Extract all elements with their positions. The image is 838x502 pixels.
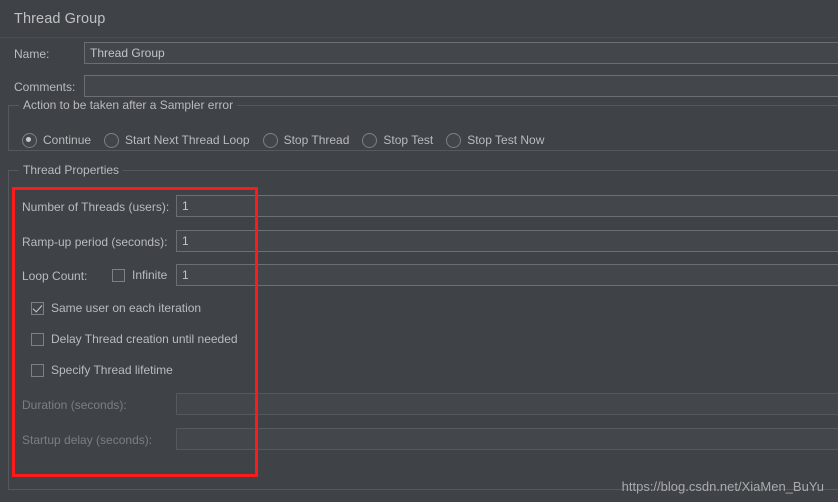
comments-label: Comments: xyxy=(14,80,76,94)
checkbox-icon xyxy=(31,301,44,315)
ramp-up-period-input[interactable]: 1 xyxy=(176,230,838,252)
infinite-label: Infinite xyxy=(132,268,168,282)
radio-stop-test-label: Stop Test xyxy=(383,133,434,147)
same-user-on-each-iteration-checkbox[interactable]: Same user on each iteration xyxy=(31,301,201,315)
name-input[interactable]: Thread Group xyxy=(84,42,838,64)
radio-continue-label: Continue xyxy=(43,133,92,147)
startup-delay-input[interactable] xyxy=(176,428,838,450)
radio-icon xyxy=(446,132,462,148)
radio-stop-thread-label: Stop Thread xyxy=(283,133,350,147)
loop-count-input[interactable]: 1 xyxy=(176,264,838,286)
specify-thread-lifetime-checkbox[interactable]: Specify Thread lifetime xyxy=(31,363,173,377)
radio-start-next-thread-loop-label: Start Next Thread Loop xyxy=(125,133,250,147)
page-title: Thread Group xyxy=(14,11,106,27)
specify-thread-lifetime-label: Specify Thread lifetime xyxy=(51,363,173,377)
radio-icon xyxy=(104,132,120,148)
checkbox-icon xyxy=(31,363,44,377)
startup-delay-label: Startup delay (seconds): xyxy=(22,433,153,447)
thread-group-panel: Thread Group Name: Thread Group Comments… xyxy=(0,0,838,502)
thread-properties-group-title: Thread Properties xyxy=(19,163,124,177)
loop-count-label: Loop Count: xyxy=(22,269,88,283)
panel-title-bar: Thread Group xyxy=(0,0,838,38)
delay-thread-creation-checkbox[interactable]: Delay Thread creation until needed xyxy=(31,332,238,346)
radio-stop-thread[interactable]: Stop Thread xyxy=(262,132,350,148)
ramp-up-period-label: Ramp-up period (seconds): xyxy=(22,235,168,249)
watermark-text: https://blog.csdn.net/XiaMen_BuYu xyxy=(621,479,824,494)
radio-icon xyxy=(22,132,37,148)
radio-stop-test[interactable]: Stop Test xyxy=(362,132,434,148)
number-of-threads-label: Number of Threads (users): xyxy=(22,200,170,214)
delay-thread-creation-label: Delay Thread creation until needed xyxy=(51,332,238,346)
radio-stop-test-now[interactable]: Stop Test Now xyxy=(446,132,545,148)
sampler-error-group-title: Action to be taken after a Sampler error xyxy=(19,98,238,112)
radio-start-next-thread-loop[interactable]: Start Next Thread Loop xyxy=(104,132,250,148)
name-label: Name: xyxy=(14,47,50,61)
radio-continue[interactable]: Continue xyxy=(22,132,92,148)
sampler-error-radio-group: Continue Start Next Thread Loop Stop Thr… xyxy=(22,131,557,149)
infinite-checkbox[interactable]: Infinite xyxy=(112,268,167,282)
checkbox-icon xyxy=(112,268,125,282)
same-user-on-each-iteration-label: Same user on each iteration xyxy=(51,301,202,315)
duration-label: Duration (seconds): xyxy=(22,398,127,412)
checkbox-icon xyxy=(31,332,44,346)
radio-icon xyxy=(362,132,378,148)
duration-input[interactable] xyxy=(176,393,838,415)
radio-stop-test-now-label: Stop Test Now xyxy=(467,133,545,147)
comments-input[interactable] xyxy=(84,75,838,97)
radio-icon xyxy=(262,132,278,148)
number-of-threads-input[interactable]: 1 xyxy=(176,195,838,217)
